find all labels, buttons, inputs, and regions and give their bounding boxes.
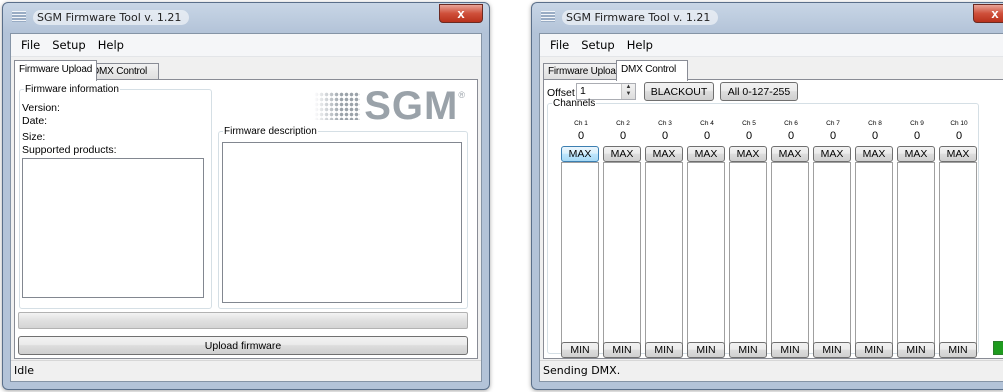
channel-fader[interactable] — [897, 162, 935, 344]
channel-value: 0 — [661, 130, 669, 142]
title-bar[interactable]: SGM Firmware Tool v. 1.21 x — [532, 3, 1003, 31]
spinner-arrows-icon[interactable]: ▲ ▼ — [621, 84, 635, 99]
channel-fader[interactable] — [813, 162, 851, 344]
supported-products-label: Supported products: — [22, 144, 117, 156]
channel-fader[interactable] — [855, 162, 893, 344]
channel-label: Ch 7 — [826, 120, 840, 127]
channel-min-button[interactable]: MIN — [603, 342, 641, 358]
channel-max-button[interactable]: MAX — [771, 146, 809, 162]
channels-container: Ch 1 0 MAX MIN Ch 2 0 MAX MIN Ch 3 0 MAX MIN Ch 4 0 MA… — [561, 118, 981, 358]
channel-value: 0 — [703, 130, 711, 142]
logo-text: SGM — [364, 83, 459, 128]
window-client: File Setup Help Firmware Upload DMX Contro… — [539, 33, 1003, 382]
channel-min-button[interactable]: MIN — [855, 342, 893, 358]
date-label: Date: — [22, 115, 48, 127]
channel-label: Ch 10 — [950, 120, 968, 127]
channel-min-button[interactable]: MIN — [729, 342, 767, 358]
channels-legend: Channels — [553, 98, 596, 109]
size-label: Size: — [22, 131, 46, 143]
channel-value: 0 — [577, 130, 585, 142]
menu-bar: File Setup Help — [11, 34, 481, 57]
app-icon — [12, 11, 26, 22]
channel-max-button[interactable]: MAX — [687, 146, 725, 162]
channel-fader[interactable] — [939, 162, 977, 344]
channel-value: 0 — [829, 130, 837, 142]
logo-registered-mark: ® — [458, 90, 465, 100]
channel-max-button[interactable]: MAX — [561, 146, 599, 162]
channel-label: Ch 3 — [658, 120, 672, 127]
channel-fader[interactable] — [687, 162, 725, 344]
channel-min-button[interactable]: MIN — [939, 342, 977, 358]
offset-value: 1 — [580, 85, 586, 97]
channel-max-button[interactable]: MAX — [603, 146, 641, 162]
logo-dots-icon — [314, 92, 361, 120]
status-bar: Sending DMX. — [540, 360, 1003, 381]
menu-help[interactable]: Help — [621, 34, 659, 56]
channel-min-button[interactable]: MIN — [687, 342, 725, 358]
status-bar: Idle — [11, 360, 481, 381]
channel-min-button[interactable]: MIN — [561, 342, 599, 358]
channel-label: Ch 8 — [868, 120, 882, 127]
channel-fader[interactable] — [645, 162, 683, 344]
dmx-activity-indicator — [993, 341, 1003, 355]
tab-dmx-control[interactable]: DMX Control — [616, 60, 688, 81]
firmware-description-legend: Firmware description — [224, 126, 317, 137]
channel-max-button[interactable]: MAX — [729, 146, 767, 162]
sgm-logo: SGM ® — [314, 84, 465, 128]
supported-products-list[interactable] — [22, 158, 204, 298]
channel-fader[interactable] — [561, 162, 599, 344]
channel-label: Ch 4 — [700, 120, 714, 127]
tab-firmware-upload[interactable]: Firmware Upload — [14, 60, 97, 81]
channel-fader[interactable] — [771, 162, 809, 344]
channel-min-button[interactable]: MIN — [645, 342, 683, 358]
channel-label: Ch 5 — [742, 120, 756, 127]
channel-value: 0 — [745, 130, 753, 142]
channel-value: 0 — [871, 130, 879, 142]
menu-bar: File Setup Help — [540, 34, 1003, 57]
channel-value: 0 — [913, 130, 921, 142]
tab-dmx-control[interactable]: DMX Control — [87, 63, 159, 80]
window-title: SGM Firmware Tool v. 1.21 — [33, 10, 190, 25]
upload-progress-bar — [18, 312, 468, 329]
channel-value: 0 — [955, 130, 963, 142]
channel-max-button[interactable]: MAX — [813, 146, 851, 162]
title-bar[interactable]: SGM Firmware Tool v. 1.21 x — [3, 3, 489, 31]
menu-setup[interactable]: Setup — [575, 34, 620, 56]
menu-help[interactable]: Help — [92, 34, 130, 56]
menu-file[interactable]: File — [15, 34, 46, 56]
version-label: Version: — [22, 102, 60, 114]
channel-label: Ch 6 — [784, 120, 798, 127]
channel-value: 0 — [619, 130, 627, 142]
window-client: File Setup Help Firmware Upload DMX Contro… — [10, 33, 482, 382]
close-icon[interactable]: x — [973, 4, 1003, 23]
channel-max-button[interactable]: MAX — [855, 146, 893, 162]
menu-setup[interactable]: Setup — [46, 34, 91, 56]
channel-fader[interactable] — [729, 162, 767, 344]
channel-value: 0 — [787, 130, 795, 142]
firmware-tool-window-dmx: SGM Firmware Tool v. 1.21 x File Setup Hel… — [531, 2, 1003, 390]
channel-label: Ch 9 — [910, 120, 924, 127]
channel-label: Ch 1 — [574, 120, 588, 127]
firmware-description-box[interactable] — [222, 142, 462, 303]
channel-label: Ch 2 — [616, 120, 630, 127]
channel-min-button[interactable]: MIN — [897, 342, 935, 358]
firmware-information-legend: Firmware information — [25, 84, 119, 95]
close-icon[interactable]: x — [439, 4, 483, 23]
channel-max-button[interactable]: MAX — [939, 146, 977, 162]
upload-firmware-button[interactable]: Upload firmware — [18, 336, 468, 355]
app-icon — [541, 11, 555, 22]
channel-fader[interactable] — [603, 162, 641, 344]
menu-file[interactable]: File — [544, 34, 575, 56]
channel-max-button[interactable]: MAX — [645, 146, 683, 162]
channel-min-button[interactable]: MIN — [813, 342, 851, 358]
window-title: SGM Firmware Tool v. 1.21 — [562, 10, 719, 25]
channel-max-button[interactable]: MAX — [897, 146, 935, 162]
firmware-tool-window-upload: SGM Firmware Tool v. 1.21 x File Setup Hel… — [2, 2, 490, 390]
dmx-control-page: Offset 1 ▲ ▼ BLACKOUT All 0-127-255 Chann… — [543, 79, 1003, 359]
firmware-upload-page: Firmware information Version: Date: Size… — [14, 79, 478, 359]
channel-min-button[interactable]: MIN — [771, 342, 809, 358]
tab-firmware-upload[interactable]: Firmware Upload — [543, 63, 626, 80]
